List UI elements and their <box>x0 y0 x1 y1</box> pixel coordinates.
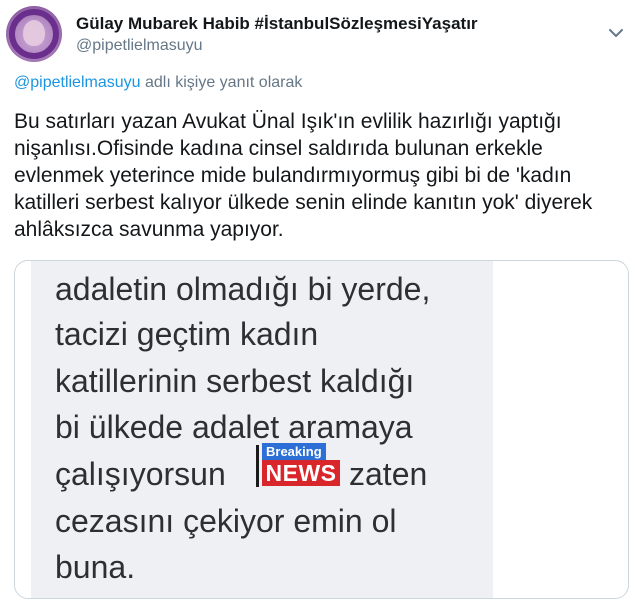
tweet-header: Gülay Mubarek Habib #İstanbulSözleşmesiY… <box>6 6 629 62</box>
badge-breaking-label: Breaking <box>262 443 326 460</box>
media-text-line: katillerinin serbest kaldığı <box>55 363 415 399</box>
media-text-line: çalışıyorsun <box>55 456 226 492</box>
screenshot-image: adaletin olmadığı bi yerde, tacizi geçti… <box>31 261 493 598</box>
author-handle[interactable]: @pipetlielmasuyu <box>76 37 203 55</box>
media-text-line: tacizi geçtim kadın <box>55 316 319 352</box>
media-text-line: cezasını çekiyor emin ol <box>55 503 397 539</box>
avatar[interactable] <box>6 6 62 62</box>
badge-bar <box>256 445 259 487</box>
badge-news-label: NEWS <box>262 460 340 486</box>
media-text-line: bi ülkede adalet aramaya <box>55 409 413 445</box>
reply-context: @pipetlielmasuyu adlı kişiye yanıt olara… <box>14 74 302 92</box>
reply-to-link[interactable]: @pipetlielmasuyu <box>14 74 141 91</box>
tweet-media[interactable]: adaletin olmadığı bi yerde, tacizi geçti… <box>14 260 629 599</box>
media-text-line: buna. <box>55 549 136 585</box>
author-display-name[interactable]: Gülay Mubarek Habib #İstanbulSözleşmesiY… <box>76 14 478 34</box>
chevron-down-icon[interactable] <box>607 24 625 42</box>
breaking-news-badge: Breaking NEWS <box>256 443 344 491</box>
media-text-line: zaten <box>349 456 428 492</box>
avatar-ring <box>9 9 59 59</box>
tweet-text: Bu satırları yazan Avukat Ünal Işık'ın e… <box>14 110 593 241</box>
media-text-line: adaletin olmadığı bi yerde, <box>55 271 431 307</box>
reply-context-suffix: adlı kişiye yanıt olarak <box>140 74 303 91</box>
